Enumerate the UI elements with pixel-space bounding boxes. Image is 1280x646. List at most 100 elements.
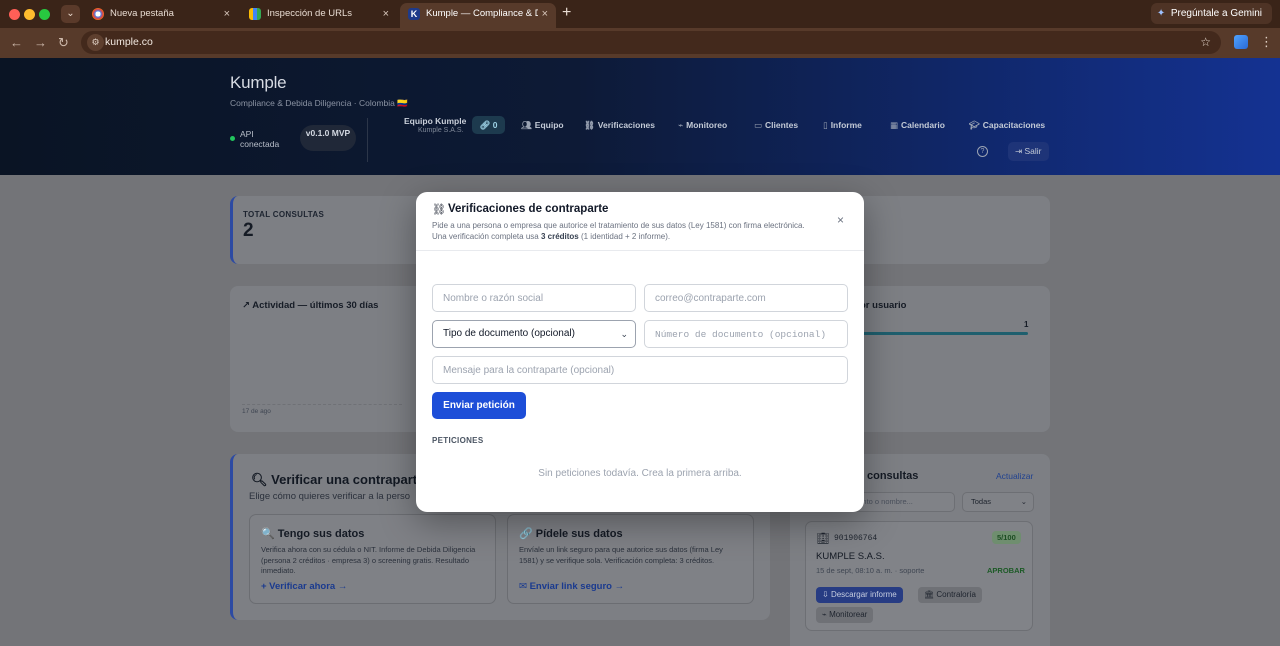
browser-menu-icon[interactable]: ⋮ [1260,34,1273,50]
download-label: Descargar informe [830,590,897,599]
brand-subtitle: Compliance & Debida Diligencia · Colombi… [230,98,408,108]
bookmark-star-icon[interactable]: ☆ [1200,31,1211,54]
omnibox[interactable]: ⚙ kumple.co ☆ [81,31,1221,54]
document-type-value: Tipo de documento (opcional) [443,328,575,339]
contraloria-label: Contraloría [936,590,976,599]
link-icon: ⛓︎ [584,120,595,130]
tab-nueva-pestana[interactable]: Nueva pestaña × [84,3,238,25]
forward-arrow-icon[interactable]: → [34,34,47,52]
nav-label: Informe [830,120,862,130]
gemini-button[interactable]: ✦ Pregúntale a Gemini [1150,3,1272,24]
nav-label: Verificaciones [597,120,655,130]
nav-label: Equipo [534,120,564,130]
have-data-text: Verifica ahora con su cédula o NIT. Info… [261,545,476,575]
site-info-icon[interactable]: ⚙ [87,34,104,51]
result-verdict: APROBAR [987,566,1025,575]
nav-clientes[interactable]: ▭ Clientes [754,119,798,131]
search-console-favicon-icon [249,8,261,20]
tab-close-icon[interactable]: × [542,3,548,25]
download-report-button[interactable]: ⇩ Descargar informe [816,587,903,603]
users-title: or usuario [860,300,907,311]
tab-inspeccion-urls[interactable]: Inspección de URLs × [241,3,397,25]
refresh-link[interactable]: Actualizar [996,471,1033,481]
reload-icon[interactable]: ↻ [58,34,69,52]
send-request-button[interactable]: Enviar petición [432,392,526,419]
document-number-input[interactable] [644,320,848,348]
modal-desc-line2c: (1 identidad + 2 informe). [578,232,671,241]
modal-desc-line1: Pide a una persona o empresa que autoric… [432,221,805,230]
gemini-label: Pregúntale a Gemini [1170,8,1262,19]
activity-title-text: Actividad — últimos 30 días [252,300,379,311]
have-data-card[interactable]: 🔍 Tengo sus datos Verifica ahora con su … [249,514,496,604]
filter-value: Todas [971,497,992,506]
activity-axis [242,404,402,405]
brand-logo[interactable]: Kumple [230,73,287,93]
window-close-button[interactable] [9,9,20,20]
link-icon: ⛓︎ [432,204,446,216]
folder-icon: ▭ [754,120,763,130]
tab-close-icon[interactable]: × [224,3,230,25]
nav-label: Monitoreo [686,120,728,130]
close-icon[interactable]: × [837,214,844,226]
logout-icon: ⇥ [1015,146,1023,156]
verify-title-text: Verificar una contraparte [271,472,425,487]
tab-kumple[interactable]: K Kumple — Compliance & DD × [400,3,556,28]
result-name: KUMPLE S.A.S. [816,551,885,562]
logout-label: Salir [1024,146,1042,156]
tab-label: Nueva pestaña [110,8,174,19]
verify-subtitle: Elige cómo quieres verificar a la perso [249,491,411,502]
browser-address-bar: ← → ↻ ⚙ kumple.co ☆ ⋮ [0,28,1280,58]
chevron-down-icon: ⌄ [620,329,628,339]
window-zoom-button[interactable] [39,9,50,20]
link-count: 0 [492,120,498,130]
calendar-icon: ▦ [890,120,899,130]
nav-calendario[interactable]: ▦ Calendario [890,119,945,131]
nav-equipo[interactable]: 👥︎ Equipo [521,119,564,131]
verify-now-link[interactable]: + Verificar ahora → [261,581,347,592]
nav-label: Capacitaciones [982,120,1046,130]
new-tab-plus-icon[interactable]: + [562,4,571,22]
document-type-select[interactable]: Tipo de documento (opcional) ⌄ [432,320,636,348]
modal-desc-line2a: Una verificación completa usa [432,232,541,241]
nav-verificaciones[interactable]: ⛓︎ Verificaciones [584,119,655,131]
graduation-cap-icon: 🎓︎ [969,120,980,130]
tab-label: Inspección de URLs [267,8,353,19]
nav-label: Calendario [901,120,945,130]
email-input[interactable] [644,284,848,312]
link-icon: 🔗︎ [479,120,491,130]
message-input[interactable] [432,356,848,384]
chevron-down-icon: ⌄ [1020,497,1027,506]
logout-button[interactable]: ⇥ Salir [1008,142,1049,161]
requests-heading: PETICIONES [432,436,484,445]
help-icon[interactable]: ? [977,146,988,157]
contraloria-button[interactable]: 🏛︎ Contraloría [918,587,982,603]
building-icon: 🏢︎ [816,533,830,545]
url-text[interactable]: kumple.co [105,31,153,54]
window-minimize-button[interactable] [24,9,35,20]
team-name: Equipo Kumple [404,116,467,126]
modal-title: Verificaciones de contraparte [448,203,609,215]
send-secure-link[interactable]: ✉ Enviar link seguro → [519,581,624,592]
download-icon: ⇩ [822,590,829,599]
name-input[interactable] [432,284,636,312]
nav-label: Clientes [765,120,799,130]
tab-close-icon[interactable]: × [383,3,389,25]
consultas-filter-select[interactable]: Todas ⌄ [962,492,1034,512]
monitor-button[interactable]: ⌁ Monitorear [816,607,874,623]
tab-search-chevron-icon[interactable]: ⌄ [61,5,80,23]
users-icon: 👥︎ [521,120,532,130]
modal-description: Pide a una persona o empresa que autoric… [432,220,832,242]
trend-up-icon: ↗ [242,300,250,311]
nav-informe[interactable]: ▯ Informe [823,119,862,131]
ask-data-card[interactable]: 🔗 Pídele sus datos Envíale un link segur… [507,514,754,604]
activity-title: ↗ Actividad — últimos 30 días [242,300,378,311]
nav-monitoreo[interactable]: ⌁ Monitoreo [678,119,727,131]
header-divider [367,118,368,162]
link-count-badge[interactable]: 🔗︎ 0 [472,116,505,134]
search-icon: 🔍︎ [251,472,268,487]
nav-capacitaciones[interactable]: 🎓︎ Capacitaciones [969,119,1045,131]
consulta-result-item[interactable]: 🏢︎ 901906764 5/100 KUMPLE S.A.S. 15 de s… [805,521,1033,631]
back-arrow-icon[interactable]: ← [10,34,23,52]
extension-icon[interactable] [1234,35,1248,49]
users-row-bar [852,332,1028,335]
